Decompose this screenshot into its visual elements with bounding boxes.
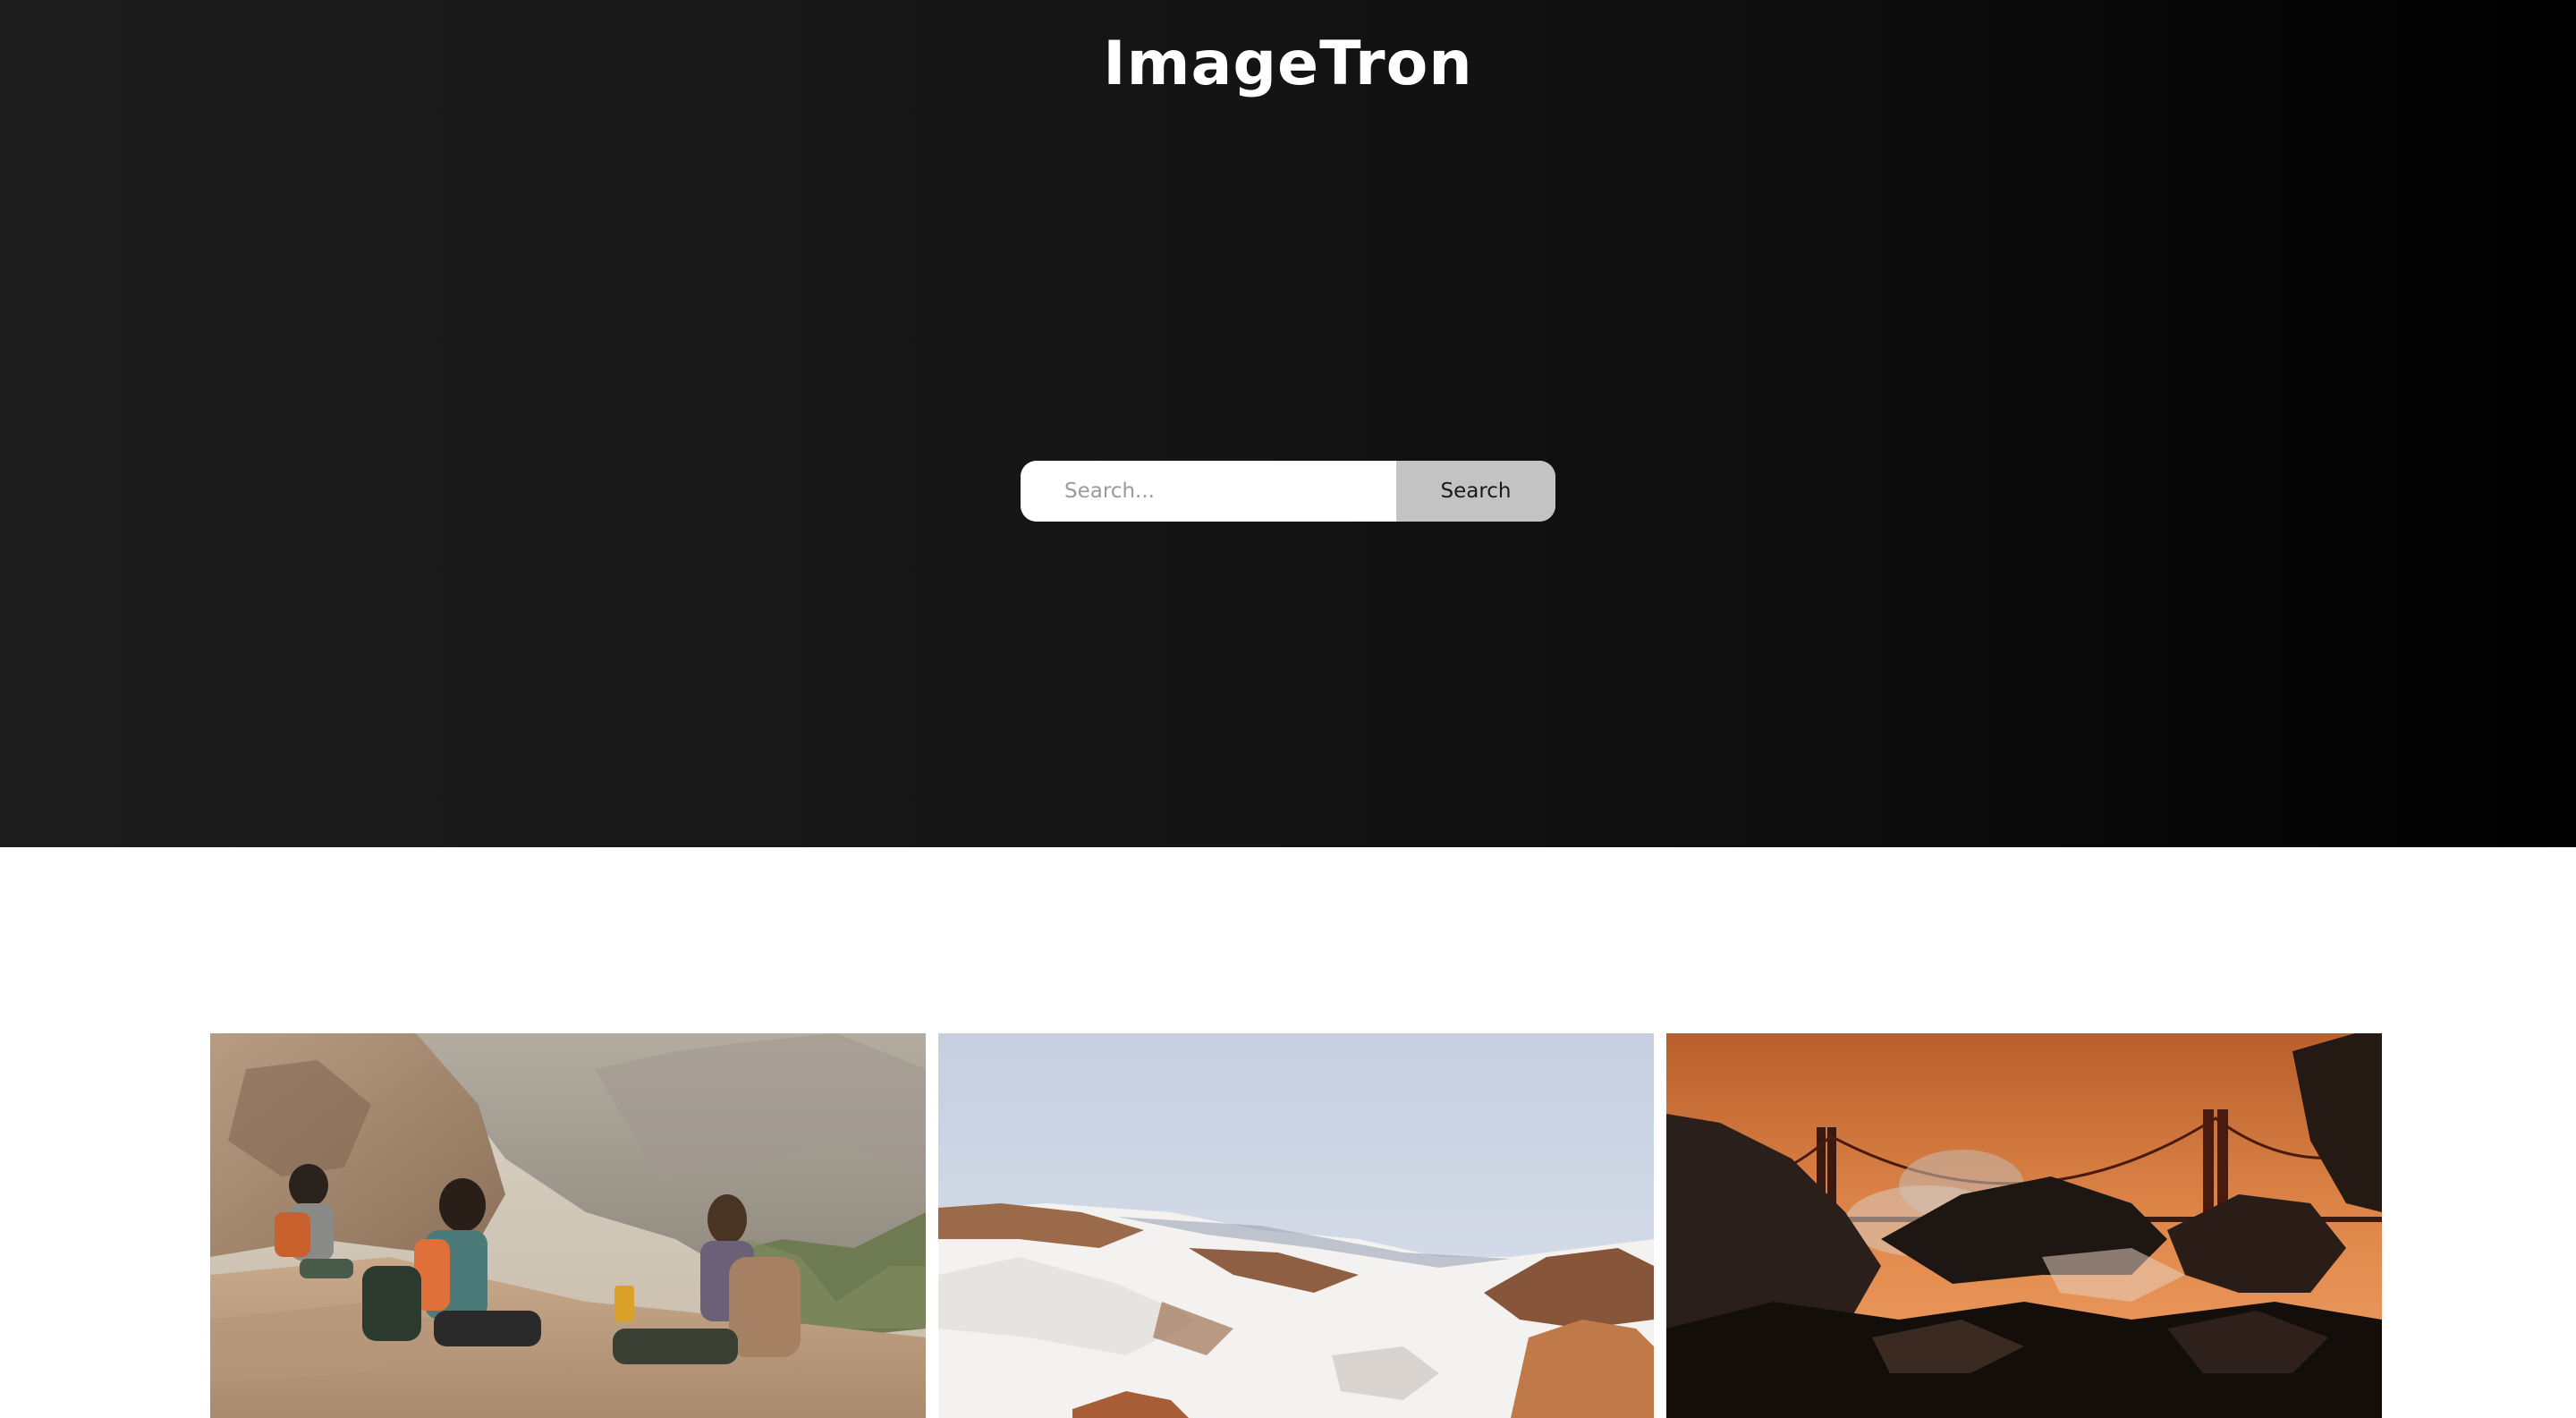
hikers-canyon-photo (210, 1033, 926, 1418)
hero-banner: ImageTron Search (0, 0, 2576, 847)
gallery-image-hikers-canyon[interactable] (210, 1033, 926, 1418)
snowy-mountain-photo (938, 1033, 1654, 1418)
image-gallery (210, 1033, 2382, 1418)
gallery-image-snowy-mountain[interactable] (938, 1033, 1654, 1418)
golden-gate-sunset-photo (1666, 1033, 2382, 1418)
search-bar: Search (1021, 461, 1555, 522)
site-logo-title: ImageTron (1103, 29, 1473, 99)
gallery-image-golden-gate-sunset[interactable] (1666, 1033, 2382, 1418)
search-button[interactable]: Search (1396, 461, 1555, 522)
search-input[interactable] (1021, 461, 1396, 522)
